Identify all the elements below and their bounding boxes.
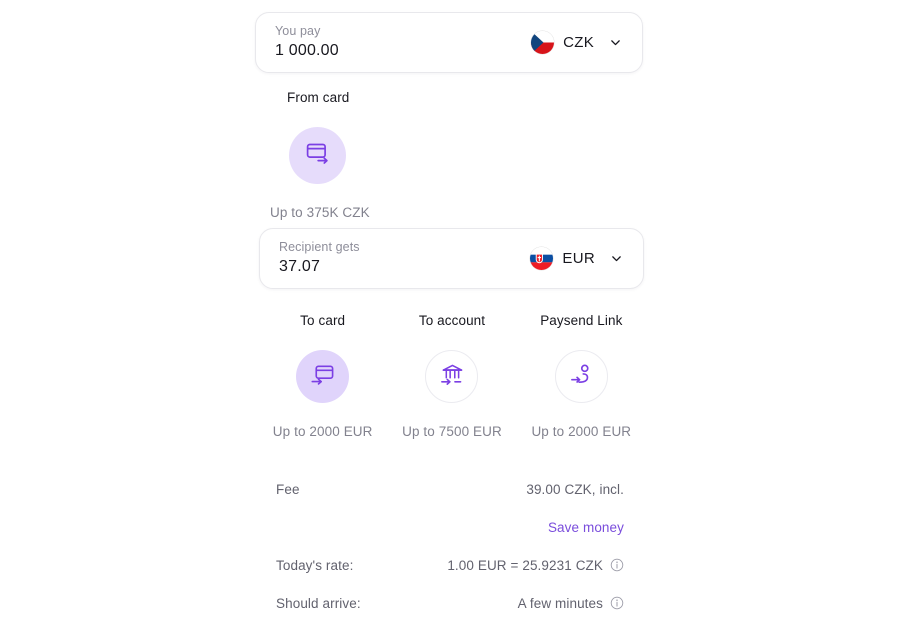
todays-rate-label: Today's rate: [276, 557, 354, 573]
todays-rate-value: 1.00 EUR = 25.9231 CZK [447, 557, 603, 573]
card-out-icon [305, 140, 331, 171]
method-to-card-icon-wrap[interactable] [296, 350, 350, 403]
delivery-method-options: To card Up to 2000 EUR To account Up to … [258, 312, 646, 439]
czech-republic-flag-icon [531, 31, 555, 54]
you-pay-amount-input[interactable]: 1 000.00 [275, 41, 339, 61]
method-paysend-link-icon-wrap[interactable] [554, 350, 608, 403]
you-pay-label: You pay [275, 24, 321, 38]
person-link-icon [569, 362, 594, 392]
bank-in-icon [439, 362, 464, 392]
method-to-account-title: To account [418, 313, 486, 328]
slovakia-flag-icon [530, 247, 554, 270]
method-to-card-title: To card [300, 313, 346, 328]
from-card-title: From card [287, 90, 350, 105]
should-arrive-value-wrap: A few minutes [518, 596, 624, 611]
recipient-gets-label: Recipient gets [279, 240, 360, 254]
should-arrive-value: A few minutes [517, 595, 603, 611]
you-pay-card[interactable]: You pay 1 000.00 CZK [255, 12, 643, 73]
you-pay-currency-code: CZK [563, 34, 594, 51]
todays-rate-value-wrap: 1.00 EUR = 25.9231 CZK [447, 558, 624, 573]
should-arrive-row: Should arrive: A few minutes [276, 592, 624, 614]
todays-rate-row: Today's rate: 1.00 EUR = 25.9231 CZK [276, 554, 624, 576]
chevron-down-icon [610, 252, 623, 265]
fee-row: Fee 39.00 CZK, incl. [276, 478, 624, 500]
you-pay-fields: You pay 1 000.00 [275, 24, 339, 61]
chevron-down-icon [609, 36, 622, 49]
card-in-icon [310, 362, 335, 392]
method-paysend-link-title: Paysend Link [540, 313, 623, 328]
recipient-gets-fields: Recipient gets 37.07 [279, 240, 360, 277]
method-paysend-link[interactable]: Paysend Link Up to 2000 EUR [517, 312, 646, 439]
recipient-currency-select[interactable]: EUR [530, 247, 623, 270]
method-paysend-link-limit: Up to 2000 EUR [531, 424, 632, 439]
fee-label: Fee [276, 481, 300, 497]
recipient-currency-code: EUR [562, 250, 595, 267]
save-money-link[interactable]: Save money [548, 520, 624, 535]
transfer-calculator: You pay 1 000.00 CZK From card Up to 375… [0, 0, 900, 626]
method-to-account[interactable]: To account Up to 7500 EUR [387, 312, 516, 439]
info-icon[interactable] [610, 596, 624, 610]
recipient-gets-amount-input[interactable]: 37.07 [279, 257, 360, 277]
you-pay-currency-select[interactable]: CZK [531, 31, 622, 54]
method-to-card[interactable]: To card Up to 2000 EUR [258, 312, 387, 439]
method-to-card-limit: Up to 2000 EUR [272, 424, 373, 439]
method-to-account-icon-wrap[interactable] [425, 350, 479, 403]
transfer-details: Fee 39.00 CZK, incl. Save money Today's … [276, 478, 624, 614]
from-card-limit: Up to 375K CZK [270, 205, 370, 220]
save-money-row: Save money [276, 516, 624, 538]
fee-value: 39.00 CZK, incl. [526, 481, 624, 497]
recipient-gets-card[interactable]: Recipient gets 37.07 EUR [259, 228, 644, 289]
method-to-account-limit: Up to 7500 EUR [402, 424, 502, 439]
info-icon[interactable] [610, 558, 624, 572]
from-card-option[interactable] [289, 127, 346, 184]
should-arrive-label: Should arrive: [276, 595, 361, 611]
